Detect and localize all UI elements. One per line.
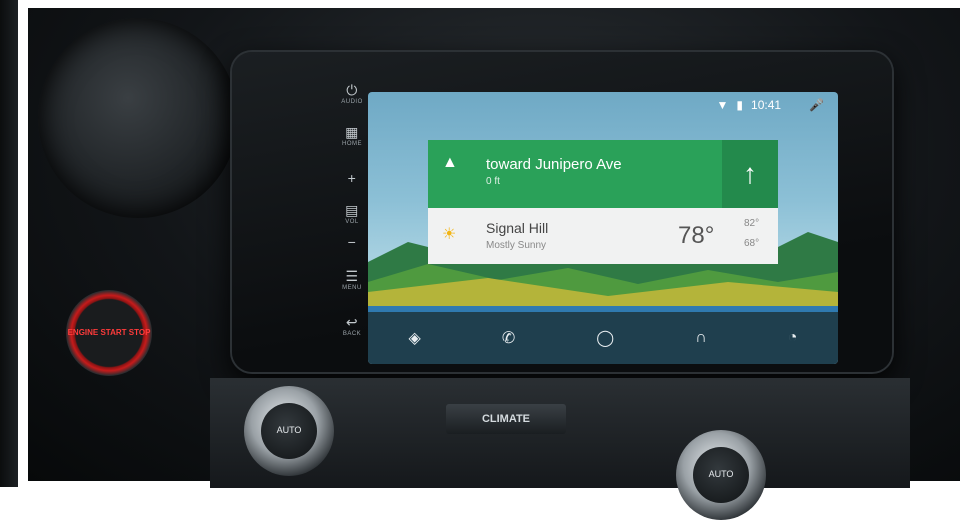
- instrument-cluster: [38, 18, 238, 218]
- back-icon: ↩: [345, 314, 359, 330]
- minus-icon: −: [347, 234, 357, 250]
- battery-icon: ▮: [736, 98, 744, 112]
- left-edge: [0, 0, 18, 487]
- engine-start-button[interactable]: ENGINE START STOP: [66, 290, 152, 376]
- partly-sunny-icon: ☀: [442, 226, 457, 243]
- menu-icon: ☰: [345, 268, 359, 284]
- navigation-icon[interactable]: ◈: [409, 328, 421, 348]
- volume-label: ▤ VOL: [332, 202, 372, 225]
- audio-button[interactable]: ⏻ AUDIO: [332, 82, 372, 105]
- weather-condition: Mostly Sunny: [486, 240, 547, 251]
- right-climate-knob[interactable]: AUTO: [676, 430, 766, 520]
- menu-button[interactable]: ☰ MENU: [332, 268, 372, 291]
- volume-up-button[interactable]: +: [332, 170, 372, 186]
- power-icon: ⏻: [346, 82, 358, 98]
- clock: 10:41: [751, 98, 782, 112]
- navigation-card[interactable]: ▲ toward Junipero Ave 0 ft ↑: [428, 140, 778, 208]
- wifi-icon: ▼: [716, 98, 729, 112]
- nav-distance: 0 ft: [486, 176, 500, 187]
- weather-card[interactable]: ☀ Signal Hill Mostly Sunny 78° 82° 68°: [428, 208, 778, 264]
- nav-street: toward Junipero Ave: [486, 156, 622, 173]
- left-climate-knob[interactable]: AUTO: [244, 386, 334, 476]
- weather-high: 82°: [744, 218, 760, 229]
- arrow-up-icon: ↑: [722, 140, 778, 208]
- headphones-icon[interactable]: ∩: [695, 329, 707, 347]
- weather-temp: 78°: [678, 222, 715, 249]
- plus-icon: +: [347, 170, 357, 186]
- weather-location: Signal Hill: [486, 220, 549, 236]
- volume-bars-icon: ▤: [345, 202, 359, 218]
- status-bar: ▼ ▮ 10:41 🎤: [717, 98, 824, 112]
- navigation-arrow-icon: ▲: [442, 154, 458, 171]
- volume-down-button[interactable]: −: [332, 234, 372, 250]
- app-dock: ◈ ✆ ◯ ∩ ◔: [368, 312, 838, 364]
- home-button[interactable]: ▦ HOME: [332, 124, 372, 147]
- phone-icon[interactable]: ✆: [502, 328, 515, 348]
- back-button[interactable]: ↩ BACK: [332, 314, 372, 337]
- grid-icon: ▦: [345, 124, 359, 140]
- home-circle-icon[interactable]: ◯: [596, 328, 614, 348]
- weather-low: 68°: [744, 238, 760, 249]
- android-auto-screen: ▼ ▮ 10:41 🎤 ▲ toward Junipero Ave 0 ft ↑…: [368, 92, 838, 364]
- climate-button[interactable]: CLIMATE: [446, 404, 566, 434]
- recent-icon[interactable]: ◔: [788, 329, 798, 347]
- mic-icon[interactable]: 🎤: [809, 98, 824, 112]
